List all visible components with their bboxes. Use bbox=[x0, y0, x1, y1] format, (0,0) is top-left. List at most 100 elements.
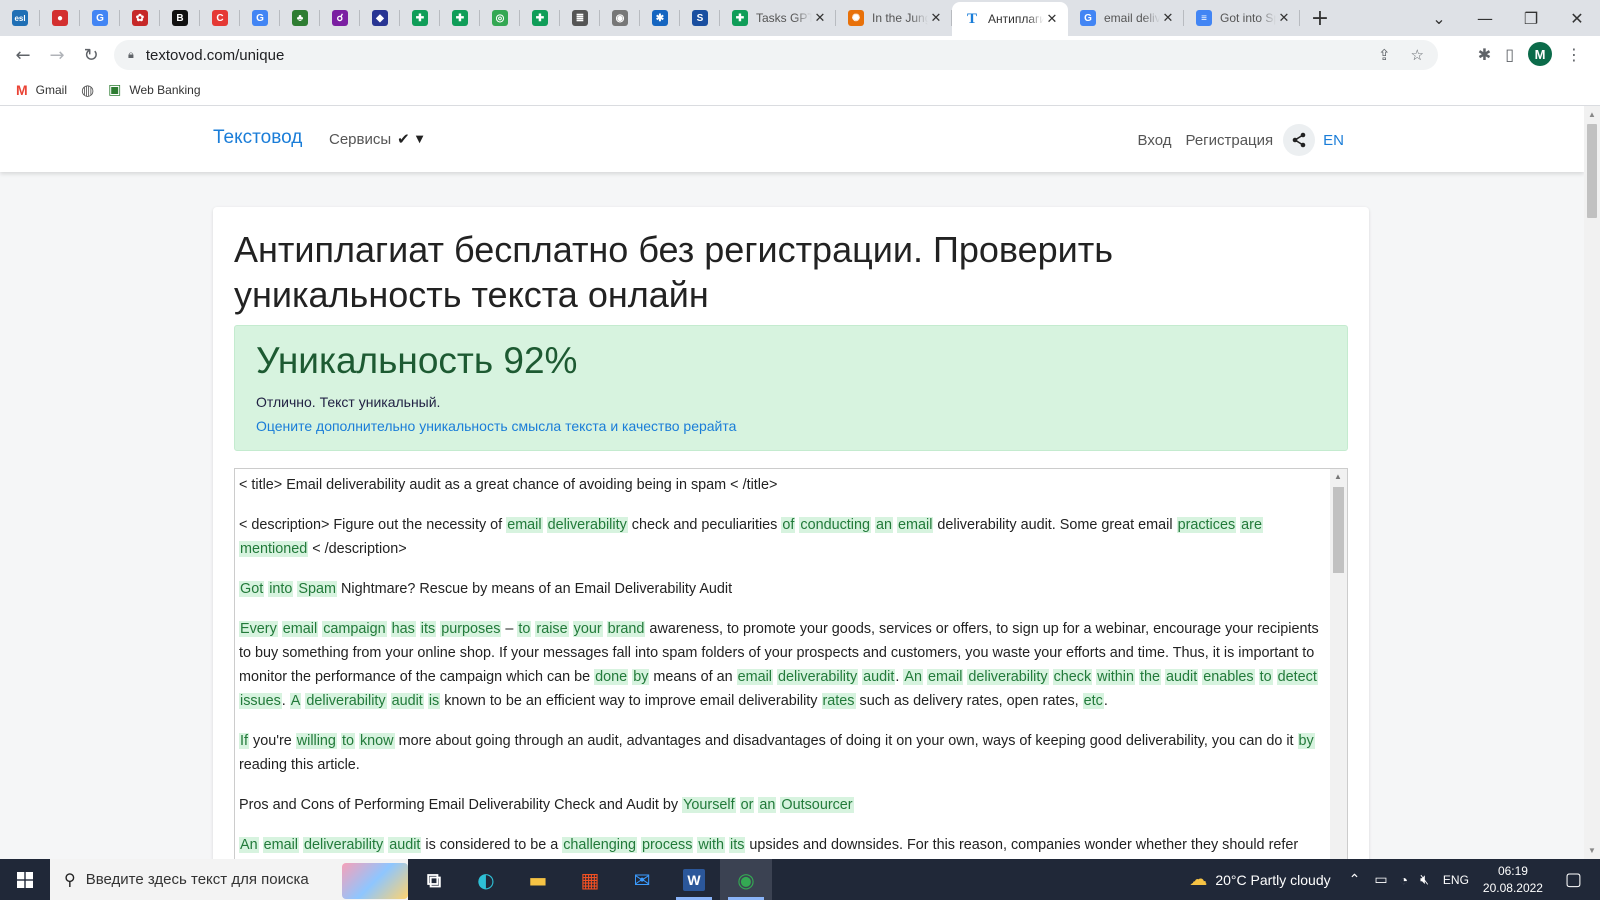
services-dropdown[interactable]: Сервисы ✔ ▼ bbox=[329, 130, 423, 148]
close-tab-icon[interactable]: ✕ bbox=[1276, 11, 1292, 26]
language-switch-link[interactable]: EN bbox=[1323, 132, 1344, 149]
taskbar-app[interactable]: ✉ bbox=[616, 859, 668, 900]
text-segment: < /description> bbox=[308, 541, 407, 557]
pinned-tab[interactable]: ◎ bbox=[480, 0, 520, 36]
taskbar-app[interactable]: ▬ bbox=[512, 859, 564, 900]
taskbar-app[interactable]: W bbox=[668, 859, 720, 900]
volume-muted-icon[interactable]: 🔇︎ bbox=[1420, 871, 1429, 888]
pinned-tab[interactable]: ✚ bbox=[400, 0, 440, 36]
text-scrollbar[interactable]: ▲ bbox=[1330, 469, 1347, 859]
search-highlight-image bbox=[342, 863, 408, 899]
weather-text[interactable]: 20°C Partly cloudy bbox=[1215, 872, 1330, 888]
pinned-tab[interactable]: esl bbox=[0, 0, 40, 36]
pinned-tab[interactable]: ◆ bbox=[360, 0, 400, 36]
scroll-up-arrow-icon[interactable]: ▲ bbox=[1334, 472, 1342, 481]
close-tab-icon[interactable]: ✕ bbox=[812, 11, 828, 26]
close-tab-icon[interactable]: ✕ bbox=[1044, 12, 1060, 27]
text-segment: known to be an efficient way to improve … bbox=[440, 693, 822, 709]
start-button[interactable] bbox=[0, 859, 50, 900]
pinned-tab[interactable]: ✿ bbox=[120, 0, 160, 36]
forward-arrow-icon[interactable]: → bbox=[40, 45, 74, 66]
close-window-button[interactable]: ✕ bbox=[1554, 9, 1600, 28]
minimize-button[interactable]: — bbox=[1462, 9, 1508, 28]
bank-icon: ▣ bbox=[108, 81, 122, 98]
new-tab-button[interactable]: + bbox=[1304, 6, 1336, 31]
lock-icon[interactable]: 🔒︎ bbox=[128, 49, 134, 62]
register-link[interactable]: Регистрация bbox=[1185, 132, 1273, 149]
input-language-indicator[interactable]: ENG bbox=[1443, 873, 1469, 887]
login-link[interactable]: Вход bbox=[1138, 132, 1172, 149]
show-hidden-icons-icon[interactable]: ⌃ bbox=[1349, 871, 1361, 888]
pinned-tab[interactable]: ♣ bbox=[280, 0, 320, 36]
matched-word-highlight: Yourself bbox=[682, 797, 736, 813]
taskbar-app[interactable]: ⧉ bbox=[408, 859, 460, 900]
network-icon[interactable]: ◔ bbox=[1400, 872, 1408, 888]
pinned-tab[interactable]: B bbox=[160, 0, 200, 36]
menu-kebab-icon[interactable]: ⋮ bbox=[1566, 45, 1582, 64]
bookmark-web-banking[interactable]: ▣ Web Banking bbox=[108, 82, 200, 98]
pinned-tab[interactable]: ≣ bbox=[560, 0, 600, 36]
extensions-puzzle-icon[interactable]: ✱ bbox=[1478, 45, 1491, 64]
battery-icon[interactable]: ▭ bbox=[1374, 871, 1387, 888]
text-scrollbar-thumb[interactable] bbox=[1333, 487, 1344, 573]
clock[interactable]: 06:19 20.08.2022 bbox=[1483, 863, 1543, 897]
scroll-down-arrow-icon[interactable]: ▼ bbox=[1588, 846, 1596, 855]
tab-search-icon[interactable]: ⌄ bbox=[1416, 9, 1462, 28]
pinned-tab[interactable]: ✚ bbox=[520, 0, 560, 36]
matched-word-highlight: deliverability bbox=[967, 669, 1049, 685]
matched-word-highlight: rates bbox=[821, 693, 856, 709]
pinned-tab[interactable]: G bbox=[240, 0, 280, 36]
share-icon[interactable] bbox=[1283, 124, 1316, 156]
scroll-up-arrow-icon[interactable]: ▲ bbox=[1588, 110, 1596, 119]
url-text[interactable]: textovod.com/unique bbox=[146, 47, 284, 64]
sheets-icon: ✚ bbox=[452, 10, 468, 26]
sheets-icon: ✚ bbox=[532, 10, 548, 26]
pinned-tab[interactable]: ✚ bbox=[440, 0, 480, 36]
pinned-tab[interactable]: S bbox=[680, 0, 720, 36]
reload-icon[interactable]: ↻ bbox=[74, 45, 108, 66]
restore-button[interactable]: ❐ bbox=[1508, 9, 1554, 28]
weather-icon[interactable]: ☁ bbox=[1189, 869, 1207, 890]
pinned-tab[interactable]: C bbox=[200, 0, 240, 36]
matched-word-highlight: challenging bbox=[562, 837, 638, 853]
bookmarks-bar: M Gmail ◍ ▣ Web Banking bbox=[0, 74, 1600, 106]
taskbar-search-box[interactable]: ⚲ Введите здесь текст для поиска bbox=[50, 859, 408, 900]
checked-text-area[interactable]: < title> Email deliverability audit as a… bbox=[234, 468, 1348, 859]
notifications-icon[interactable]: ▢ bbox=[1565, 869, 1582, 890]
tab[interactable]: T Антиплагиат✕ bbox=[952, 2, 1068, 36]
text-segment: such as delivery rates, open rates, bbox=[855, 693, 1083, 709]
site-logo-link[interactable]: Текстовод bbox=[213, 127, 302, 149]
close-tab-icon[interactable]: ✕ bbox=[928, 11, 944, 26]
pinned-tab[interactable]: ● bbox=[40, 0, 80, 36]
pinned-tab[interactable]: ◉ bbox=[600, 0, 640, 36]
bookmark-gmail[interactable]: M Gmail bbox=[16, 82, 67, 98]
bookmark-star-icon[interactable]: ☆ bbox=[1411, 46, 1424, 64]
share-page-icon[interactable]: ⇪ bbox=[1378, 46, 1391, 64]
text-paragraph: < title> Email deliverability audit as a… bbox=[239, 473, 1321, 497]
tab[interactable]: ✺ In the Jungle✕ bbox=[836, 0, 952, 36]
tab[interactable]: Gemail deliverability✕ bbox=[1068, 0, 1184, 36]
taskbar-app[interactable]: ◉ bbox=[720, 859, 772, 900]
checked-text-content[interactable]: < title> Email deliverability audit as a… bbox=[239, 473, 1321, 859]
close-tab-icon[interactable]: ✕ bbox=[1160, 11, 1176, 26]
taskbar-app[interactable]: ▦ bbox=[564, 859, 616, 900]
side-panel-icon[interactable]: ▯ bbox=[1505, 45, 1514, 64]
text-paragraph: Got into Spam Nightmare? Rescue by means… bbox=[239, 577, 1321, 601]
taskbar-app[interactable]: ◐ bbox=[460, 859, 512, 900]
page-scrollbar[interactable]: ▲ ▼ bbox=[1584, 106, 1600, 859]
gradient-swirl-icon: ☌ bbox=[332, 10, 348, 26]
matched-word-highlight: email bbox=[281, 621, 319, 637]
matched-word-highlight: to bbox=[340, 733, 355, 749]
page-scrollbar-thumb[interactable] bbox=[1587, 124, 1597, 218]
open-tabs: ✚Tasks GPT✕✺In the Jungle✕TАнтиплагиат✕G… bbox=[720, 0, 1300, 36]
back-arrow-icon[interactable]: ← bbox=[6, 45, 40, 66]
profile-avatar[interactable]: M bbox=[1528, 42, 1552, 66]
rewrite-quality-link[interactable]: Оцените дополнительно уникальность смысл… bbox=[256, 418, 736, 434]
address-bar[interactable]: 🔒︎ textovod.com/unique ⇪ ☆ bbox=[114, 40, 1438, 70]
pinned-tab[interactable]: G bbox=[80, 0, 120, 36]
tab[interactable]: ≡ Got into Spam✕ bbox=[1184, 0, 1300, 36]
pinned-tab[interactable]: ✱ bbox=[640, 0, 680, 36]
tab[interactable]: ✚ Tasks GPT ✕ bbox=[720, 0, 836, 36]
pinned-tab[interactable]: ☌ bbox=[320, 0, 360, 36]
bookmark-globe[interactable]: ◍ bbox=[81, 81, 94, 99]
